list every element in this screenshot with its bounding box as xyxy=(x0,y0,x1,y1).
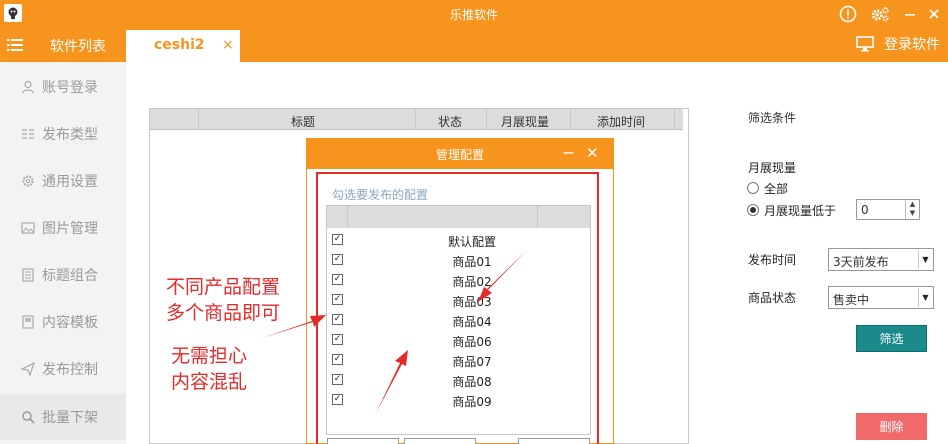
radio-all-label[interactable]: 全部 xyxy=(764,180,788,197)
title-bar: 乐推软件 xyxy=(0,0,948,28)
settings-icon[interactable] xyxy=(870,4,890,24)
radio-all[interactable] xyxy=(747,182,759,194)
tab-label: ceshi2 xyxy=(154,37,205,53)
table-header: 标题 状态 月展现量 添加时间 xyxy=(150,109,683,130)
config-name: 商品07 xyxy=(452,355,492,369)
annotation-text-3: 无需担心 xyxy=(171,345,248,367)
config-item[interactable]: ✓ 商品06 xyxy=(327,330,590,350)
sidebar-item-label: 通用设置 xyxy=(42,174,98,190)
stepper-buttons[interactable]: ▲ ▼ xyxy=(905,200,919,219)
list-icon xyxy=(20,126,36,142)
sidebar-item-label: 发布控制 xyxy=(42,362,98,378)
sidebar-item-title-combination[interactable]: 标题组合 xyxy=(0,252,126,298)
dialog-header: 管理配置 − ✕ xyxy=(307,139,613,169)
monthly-views-threshold-stepper[interactable]: 0 ▲ ▼ xyxy=(856,199,920,220)
dialog-footer-button[interactable] xyxy=(518,438,590,444)
config-item[interactable]: ✓ 商品02 xyxy=(327,270,590,290)
product-status-select[interactable]: 售卖中 ▼ xyxy=(828,286,934,309)
annotation-text-4: 内容混乱 xyxy=(171,371,248,393)
config-name: 商品09 xyxy=(452,395,492,409)
login-button[interactable]: 登录软件 xyxy=(856,34,940,54)
product-status-value: 售卖中 xyxy=(833,293,870,307)
search-icon xyxy=(20,409,36,425)
chevron-down-icon: ▼ xyxy=(918,250,932,269)
template-icon xyxy=(20,314,36,330)
config-item[interactable]: ✓ 商品07 xyxy=(327,350,590,370)
config-item[interactable]: ✓ 商品04 xyxy=(327,310,590,330)
radio-below-label[interactable]: 月展现量低于 xyxy=(764,202,836,219)
publish-time-value: 3天前发布 xyxy=(833,255,889,269)
sidebar-item-batch-delist[interactable]: 批量下架 xyxy=(0,394,126,440)
config-list: ✓ 默认配置 ✓ 商品01 ✓ 商品02 ✓ 商品03 ✓ 商品04 ✓ 商品0… xyxy=(326,205,591,435)
sidebar-item-general-settings[interactable]: 通用设置 xyxy=(0,158,126,204)
config-name: 商品02 xyxy=(452,275,492,289)
close-window-button[interactable] xyxy=(924,4,944,24)
sidebar-item-publish-control[interactable]: 发布控制 xyxy=(0,346,126,392)
stepper-up-icon[interactable]: ▲ xyxy=(906,200,919,209)
send-icon xyxy=(20,361,36,377)
config-item[interactable]: ✓ 商品08 xyxy=(327,370,590,390)
radio-below[interactable] xyxy=(747,204,759,216)
config-name: 商品04 xyxy=(452,315,492,329)
sidebar-item-label: 内容模板 xyxy=(42,315,98,331)
minimize-window-button[interactable] xyxy=(900,4,920,24)
sidebar-item-publish-type[interactable]: 发布类型 xyxy=(0,111,126,157)
column-header-title[interactable]: 标题 xyxy=(291,113,315,130)
info-icon[interactable] xyxy=(838,4,858,24)
chevron-down-icon: ▼ xyxy=(918,288,932,307)
column-header-added-time[interactable]: 添加时间 xyxy=(597,113,645,130)
annotation-text-1: 不同产品配置 xyxy=(166,276,281,298)
dialog-minimize-icon[interactable]: − xyxy=(562,143,575,162)
sidebar-item-label: 发布类型 xyxy=(42,127,98,143)
software-list-link[interactable]: 软件列表 xyxy=(50,36,106,56)
stepper-value: 0 xyxy=(861,203,869,217)
publish-time-select[interactable]: 3天前发布 ▼ xyxy=(828,248,934,271)
config-list-header xyxy=(327,206,590,228)
config-item[interactable]: ✓ 商品01 xyxy=(327,250,590,270)
product-status-label: 商品状态 xyxy=(748,291,797,305)
sidebar-item-label: 批量下架 xyxy=(42,410,98,426)
stepper-down-icon[interactable]: ▼ xyxy=(906,209,919,218)
config-name: 商品01 xyxy=(452,255,492,269)
config-name: 商品03 xyxy=(452,295,492,309)
dialog-close-icon[interactable]: ✕ xyxy=(586,144,599,162)
filter-title: 筛选条件 xyxy=(748,111,797,125)
filter-button[interactable]: 筛选 xyxy=(856,325,927,352)
dialog-footer-button[interactable] xyxy=(404,438,476,444)
delete-button[interactable]: 删除 xyxy=(856,413,927,440)
gear-icon xyxy=(20,173,36,189)
column-header-status[interactable]: 状态 xyxy=(438,113,462,130)
config-item[interactable]: ✓ 商品09 xyxy=(327,390,590,410)
dialog-footer-button[interactable] xyxy=(327,438,399,444)
sidebar: 账号登录 发布类型 通用设置 图片管理 标题组合 内容模板 发布控制 批量下架 xyxy=(0,62,126,444)
annotation-text-2: 多个商品即可 xyxy=(166,302,281,324)
monitor-icon xyxy=(856,36,874,52)
sidebar-item-label: 标题组合 xyxy=(42,268,98,284)
user-icon xyxy=(20,79,36,95)
sidebar-item-account-login[interactable]: 账号登录 xyxy=(0,64,126,110)
column-header-monthly-views[interactable]: 月展现量 xyxy=(501,113,549,130)
publish-time-label: 发布时间 xyxy=(748,253,797,267)
menu-icon[interactable] xyxy=(7,38,23,52)
window-title: 乐推软件 xyxy=(449,8,498,22)
monthly-views-label: 月展现量 xyxy=(748,161,797,175)
sidebar-item-image-management[interactable]: 图片管理 xyxy=(0,205,126,251)
config-item[interactable]: ✓ 商品03 xyxy=(327,290,590,310)
dialog-hint: 勾选要发布的配置 xyxy=(332,188,429,202)
config-name: 商品06 xyxy=(452,335,492,349)
sidebar-item-label: 账号登录 xyxy=(42,80,98,96)
config-name: 商品08 xyxy=(452,375,492,389)
tab-ceshi2[interactable]: ceshi2 × xyxy=(126,30,240,62)
tab-close-icon[interactable]: × xyxy=(222,37,234,53)
nav-bar: 软件列表 ceshi2 × 登录软件 xyxy=(0,28,948,62)
sidebar-item-label: 图片管理 xyxy=(42,221,98,237)
config-name: 默认配置 xyxy=(447,235,496,249)
document-icon xyxy=(20,267,36,283)
sidebar-item-content-template[interactable]: 内容模板 xyxy=(0,299,126,345)
image-icon xyxy=(20,220,36,236)
login-label: 登录软件 xyxy=(884,37,940,53)
config-item[interactable]: ✓ 默认配置 xyxy=(327,230,590,250)
